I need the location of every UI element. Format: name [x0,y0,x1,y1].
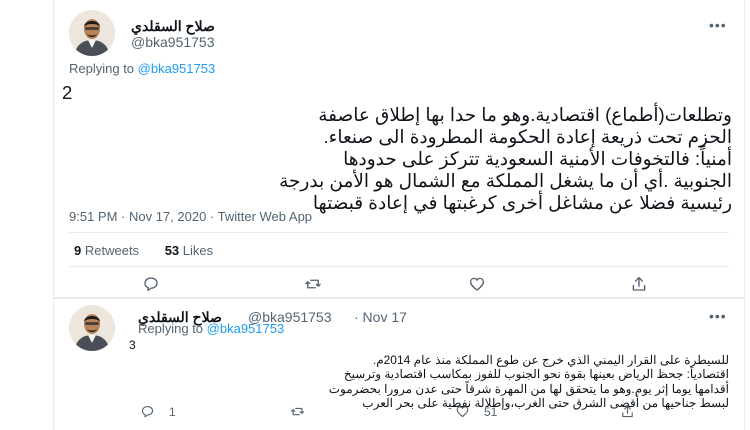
reply-icon [144,277,158,292]
retweets-label: Retweets [84,243,140,258]
tweet-line: الجنوبية .أي أن ما يشغل المملكة مع الشما… [279,170,732,191]
retweet-button[interactable] [290,404,305,419]
tweet-number: 3 [129,338,136,352]
tweet-stats: 9 Retweets 53 Likes [74,243,213,258]
tweet-timestamp[interactable]: 9:51 PM · Nov 17, 2020 · Twitter Web App [69,209,312,224]
tweet-line: أقدامها يوما إثر يوم.وهو ما يتحقق لها من… [328,381,729,396]
tweet-line: لبسط جناحيها من أقصى الشرق حتى الغرب،وإط… [362,396,729,410]
share-icon [622,405,633,418]
retweet-icon [291,407,304,416]
retweet-button[interactable] [304,275,322,293]
tweet-body: 2 وتطلعات(أطماع) اقتصادية.وهو ما حدا بها… [62,82,732,214]
tweet-body: 3 للسيطرة على القرار اليمني الذي خرج عن … [129,338,729,411]
likes-count: 53 [164,243,180,258]
retweets-count: 9 [74,243,82,258]
tweet-date[interactable]: · Nov 17 [354,309,407,325]
replying-prefix: Replying to [138,321,204,336]
replying-to: Replying to @bka951753 [69,61,215,76]
replying-to: Replying to @bka951753 [138,321,284,336]
avatar[interactable] [69,10,115,56]
share-button[interactable] [620,404,635,419]
heart-icon [469,277,485,291]
tweet-line: اقتصادياً: جحظ الرياض بعينها بقوة نحو ال… [343,367,729,381]
tweet-line: وتطلعات(أطماع) اقتصادية.وهو ما حدا بها إ… [318,104,732,125]
like-button[interactable] [468,275,486,293]
tweet-line: للسيطرة على القرار اليمني الذي خرج عن طو… [372,352,729,367]
avatar[interactable] [69,305,115,351]
divider [69,266,729,267]
replying-to-link[interactable]: @bka951753 [138,61,216,76]
more-dots-icon[interactable]: ••• [709,17,727,33]
likes-stat[interactable]: 53 Likes [165,243,213,258]
likes-label: Likes [182,243,214,258]
replying-to-link[interactable]: @bka951753 [207,321,285,336]
share-button[interactable] [630,275,648,293]
tweet-line: الحزم تحت ذريعة إعادة الحكومة المطرودة ا… [323,126,732,147]
tweet-thread-panel: صلاح السقلدي @bka951753 ••• Replying to … [53,0,745,430]
author-name[interactable]: صلاح السقلدي [131,18,215,35]
reply-icon [141,405,154,418]
replying-prefix: Replying to [69,61,135,76]
tweet-number: 2 [62,82,73,103]
retweet-icon [305,279,321,289]
more-dots-icon[interactable]: ••• [709,308,727,324]
reply-button[interactable] [142,275,160,293]
tweet-line: أمنياً: فالتخوفات الأمنية السعودية تتركز… [343,148,732,169]
author-handle[interactable]: @bka951753 [131,34,215,50]
divider [69,232,729,233]
like-button[interactable]: 51 [455,404,497,419]
reply-button[interactable]: 1 [140,404,176,419]
reply-count: 1 [169,404,176,419]
share-icon [632,276,646,291]
heart-icon [456,406,469,418]
like-count: 51 [484,404,498,419]
divider [54,297,744,299]
retweets-stat[interactable]: 9 Retweets [74,243,139,258]
